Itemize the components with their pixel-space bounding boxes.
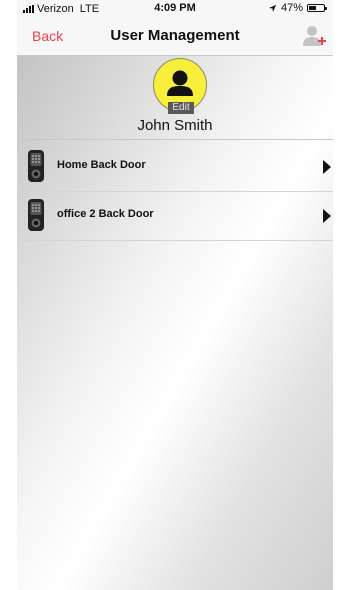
status-right: 47%: [268, 2, 327, 14]
battery-icon: [307, 4, 327, 12]
phone-screen: Verizon LTE 4:09 PM 47% Back User Manage…: [17, 0, 333, 590]
location-arrow-icon: [268, 4, 277, 12]
lock-name: Home Back Door: [57, 159, 146, 171]
status-bar: Verizon LTE 4:09 PM 47%: [17, 0, 333, 18]
page-title: User Management: [110, 27, 240, 44]
edit-avatar-button[interactable]: Edit: [168, 102, 194, 114]
add-user-icon[interactable]: [301, 23, 327, 49]
door-lock-icon: [28, 199, 44, 231]
user-name: John Smith: [137, 117, 213, 134]
lock-name: office 2 Back Door: [57, 208, 154, 220]
profile-divider: [17, 139, 333, 140]
battery-percent: 47%: [280, 2, 303, 14]
profile-section: Edit John Smith: [17, 56, 333, 138]
lock-list: Home Back Door office 2 Back Door: [17, 143, 333, 241]
chevron-right-icon: [323, 160, 331, 174]
door-lock-icon: [28, 150, 44, 182]
chevron-right-icon: [323, 209, 331, 223]
navigation-bar: Back User Management: [17, 18, 333, 56]
battery-fill: [309, 6, 316, 10]
lock-row-office-2-back-door[interactable]: office 2 Back Door: [25, 192, 333, 241]
lock-row-home-back-door[interactable]: Home Back Door: [25, 143, 333, 192]
